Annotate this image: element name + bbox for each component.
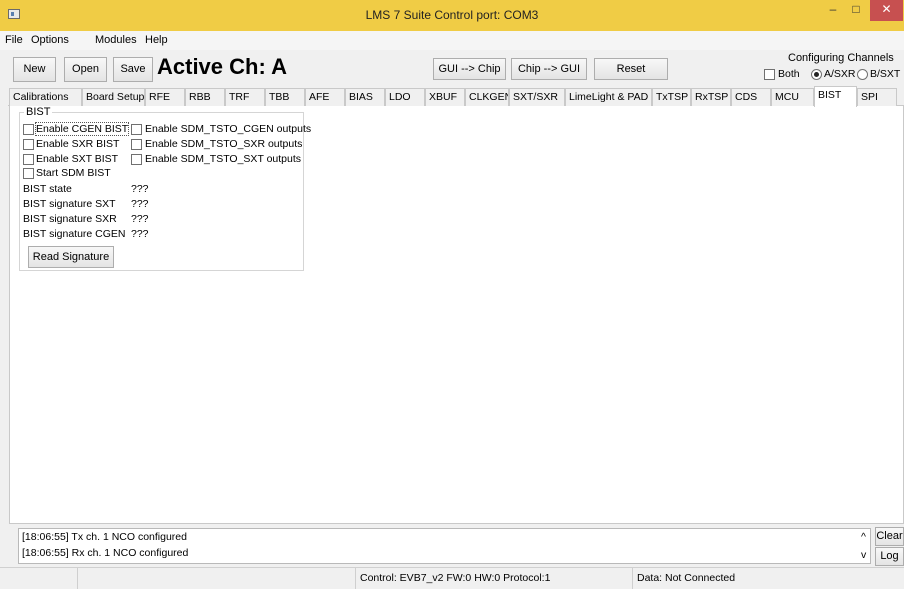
both-checkbox[interactable] — [764, 69, 775, 80]
menu-bar: File Options Modules Help — [0, 31, 904, 50]
tab-cds[interactable]: CDS — [731, 88, 771, 106]
enable-sdm-tsto-sxr-label: Enable SDM_TSTO_SXR outputs — [145, 138, 303, 150]
enable-cgen-bist-checkbox[interactable] — [23, 124, 34, 135]
bist-signature-sxr-label: BIST signature SXR — [23, 213, 117, 225]
close-button[interactable]: ✕ — [870, 0, 903, 21]
b-sxt-radio[interactable] — [857, 69, 868, 80]
minimize-button[interactable]: – — [822, 0, 844, 21]
menu-options[interactable]: Options — [31, 34, 69, 46]
enable-sxr-bist-label: Enable SXR BIST — [36, 138, 120, 150]
a-sxr-label: A/SXR — [824, 68, 856, 80]
bist-signature-sxt-value: ??? — [131, 198, 149, 210]
log-line: [18:06:55] Tx ch. 1 NCO configured — [22, 531, 187, 543]
status-data-connection: Data: Not Connected — [637, 572, 736, 584]
tab-ldo[interactable]: LDO — [385, 88, 425, 106]
enable-sdm-tsto-sxr-checkbox[interactable] — [131, 139, 142, 150]
save-button[interactable]: Save — [113, 57, 153, 82]
a-sxr-radio[interactable] — [811, 69, 822, 80]
tab-mcu[interactable]: MCU — [771, 88, 814, 106]
status-separator — [355, 568, 356, 589]
tab-clkgen[interactable]: CLKGEN — [465, 88, 509, 106]
reset-button[interactable]: Reset — [594, 58, 668, 80]
both-label: Both — [778, 68, 800, 80]
enable-sdm-tsto-sxt-checkbox[interactable] — [131, 154, 142, 165]
scroll-up-icon[interactable]: ^ — [861, 531, 866, 543]
enable-cgen-bist-label: Enable CGEN BIST — [34, 122, 130, 136]
bist-legend: BIST — [24, 106, 53, 118]
tab-rxtsp[interactable]: RxTSP — [691, 88, 731, 106]
enable-sxt-bist-label: Enable SXT BIST — [36, 153, 119, 165]
configuring-channels-legend: Configuring Channels — [786, 52, 896, 64]
b-sxt-label: B/SXT — [870, 68, 901, 80]
bist-state-label: BIST state — [23, 183, 72, 195]
tab-trf[interactable]: TRF — [225, 88, 265, 106]
read-signature-button[interactable]: Read Signature — [28, 246, 114, 268]
menu-file[interactable]: File — [5, 34, 23, 46]
tab-limelight-pad[interactable]: LimeLight & PAD — [565, 88, 652, 106]
maximize-button[interactable]: □ — [845, 0, 867, 21]
bist-state-value: ??? — [131, 183, 149, 195]
tab-spi[interactable]: SPI — [857, 88, 897, 106]
bist-signature-sxr-value: ??? — [131, 213, 149, 225]
menu-modules[interactable]: Modules — [95, 34, 137, 46]
open-button[interactable]: Open — [64, 57, 107, 82]
bist-signature-sxt-label: BIST signature SXT — [23, 198, 116, 210]
start-sdm-bist-checkbox[interactable] — [23, 168, 34, 179]
tab-bias[interactable]: BIAS — [345, 88, 385, 106]
tab-rfe[interactable]: RFE — [145, 88, 185, 106]
scroll-down-icon[interactable]: v — [861, 549, 866, 561]
enable-sdm-tsto-cgen-label: Enable SDM_TSTO_CGEN outputs — [145, 123, 312, 135]
tab-tbb[interactable]: TBB — [265, 88, 305, 106]
gui-to-chip-button[interactable]: GUI --> Chip — [433, 58, 506, 80]
log-line: [18:06:55] Rx ch. 1 NCO configured — [22, 547, 189, 559]
start-sdm-bist-label: Start SDM BIST — [36, 167, 111, 179]
new-button[interactable]: New — [13, 57, 56, 82]
tab-sxt-sxr[interactable]: SXT/SXR — [509, 88, 565, 106]
status-separator — [632, 568, 633, 589]
bist-signature-cgen-label: BIST signature CGEN — [23, 228, 126, 240]
enable-sxr-bist-checkbox[interactable] — [23, 139, 34, 150]
clear-log-button[interactable]: Clear — [875, 527, 904, 546]
chip-to-gui-button[interactable]: Chip --> GUI — [511, 58, 587, 80]
tab-txtsp[interactable]: TxTSP — [652, 88, 691, 106]
bist-signature-cgen-value: ??? — [131, 228, 149, 240]
tab-afe[interactable]: AFE — [305, 88, 345, 106]
tab-xbuf[interactable]: XBUF — [425, 88, 465, 106]
tab-rbb[interactable]: RBB — [185, 88, 225, 106]
enable-sdm-tsto-sxt-label: Enable SDM_TSTO_SXT outputs — [145, 153, 302, 165]
status-separator — [77, 568, 78, 589]
active-channel-label: Active Ch: A — [157, 54, 287, 79]
status-control-info: Control: EVB7_v2 FW:0 HW:0 Protocol:1 — [360, 572, 551, 584]
tab-calibrations[interactable]: Calibrations — [9, 88, 82, 106]
enable-sxt-bist-checkbox[interactable] — [23, 154, 34, 165]
menu-help[interactable]: Help — [145, 34, 168, 46]
window-title: LMS 7 Suite Control port: COM3 — [365, 8, 539, 22]
enable-sdm-tsto-cgen-checkbox[interactable] — [131, 124, 142, 135]
tab-bist[interactable]: BIST — [814, 86, 857, 107]
tab-board-setup[interactable]: Board Setup — [82, 88, 145, 106]
log-button[interactable]: Log — [875, 547, 904, 566]
